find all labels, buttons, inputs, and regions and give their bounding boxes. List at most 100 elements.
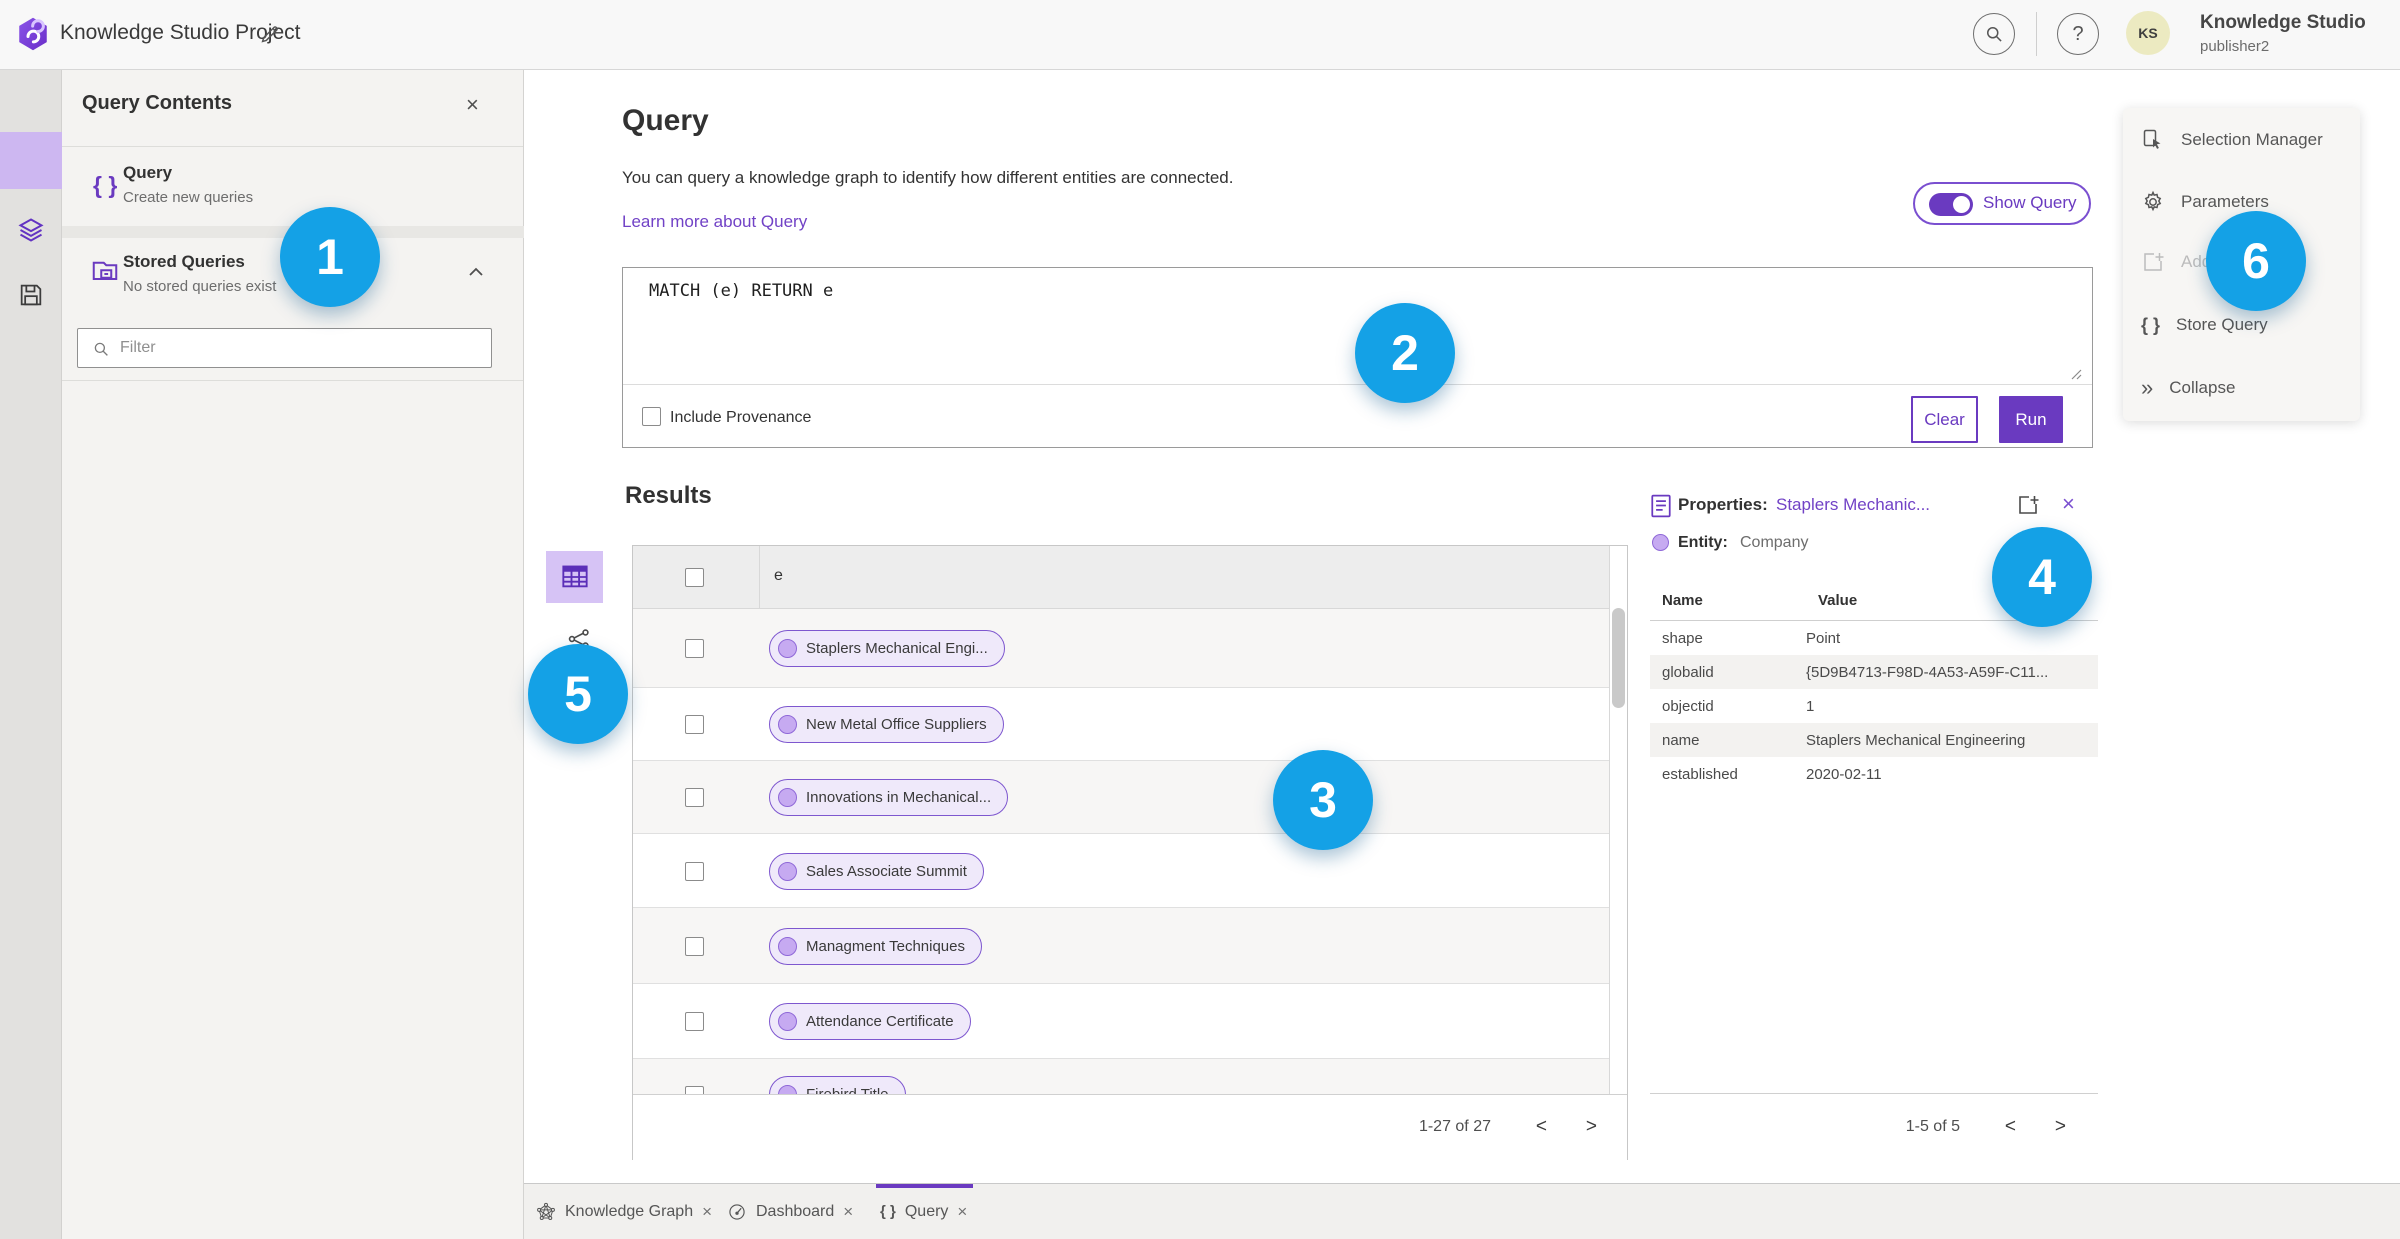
prop-value: Point [1806, 629, 1841, 647]
table-row: Staplers Mechanical Engi... [633, 609, 1609, 688]
row-checkbox[interactable] [685, 1012, 704, 1031]
panel-close-icon[interactable]: × [466, 92, 479, 118]
user-avatar[interactable]: KS [2126, 11, 2170, 55]
tab-label: Query [904, 1202, 949, 1220]
scrollbar-divider [1609, 546, 1610, 1094]
entity-pill[interactable]: New Metal Office Suppliers [769, 706, 1004, 743]
properties-close-icon[interactable]: × [2062, 491, 2075, 517]
entity-label: Firebird Title [806, 1086, 889, 1094]
entity-type: Company [1740, 534, 1809, 551]
select-all-checkbox[interactable] [685, 568, 704, 587]
prop-value: {5D9B4713-F98D-4A53-A59F-C11... [1806, 663, 2049, 681]
entity-pill[interactable]: Managment Techniques [769, 928, 982, 965]
scrollbar-thumb[interactable] [1612, 608, 1625, 708]
toggle-knob [1953, 196, 1970, 213]
table-row-clipped: Firebird Title [633, 1059, 1609, 1094]
help-button[interactable]: ? [2057, 13, 2099, 55]
action-collapse[interactable]: » Collapse [2141, 374, 2235, 402]
properties-range: 1-5 of 5 [1905, 1118, 1960, 1135]
action-label: Parameters [2181, 192, 2269, 211]
table-row: Innovations in Mechanical... [633, 761, 1609, 834]
filter-input[interactable] [118, 329, 483, 367]
entity-dot-icon [778, 715, 797, 734]
save-icon[interactable] [17, 281, 45, 309]
tab-close-icon[interactable]: × [957, 1202, 967, 1222]
properties-icon [1650, 494, 1672, 518]
column-header-e: e [774, 567, 783, 584]
run-button[interactable]: Run [1999, 396, 2063, 443]
action-add: Add [2141, 248, 2211, 276]
entity-label: Staplers Mechanical Engi... [806, 640, 988, 657]
braces-icon: { } [93, 172, 118, 198]
resize-handle-icon[interactable] [2068, 366, 2082, 380]
entity-label: Attendance Certificate [806, 1013, 954, 1030]
tab-label: Dashboard [756, 1202, 835, 1220]
entity-label: Entity: [1678, 534, 1728, 551]
row-checkbox[interactable] [685, 1086, 704, 1094]
property-row: established 2020-02-11 [1650, 757, 2098, 791]
table-row: New Metal Office Suppliers [633, 688, 1609, 761]
tab-close-icon[interactable]: × [843, 1202, 853, 1222]
page-title: Query [622, 104, 709, 137]
contents-layers-icon[interactable] [17, 216, 45, 244]
search-button[interactable] [1973, 13, 2015, 55]
learn-more-link[interactable]: Learn more about Query [622, 212, 807, 232]
action-selection-manager[interactable]: Selection Manager [2141, 126, 2323, 154]
next-page-icon[interactable]: > [2055, 1116, 2066, 1138]
annotation-1: 1 [280, 207, 380, 307]
entity-dot-icon [778, 862, 797, 881]
add-to-selection-icon[interactable] [2016, 493, 2040, 517]
stored-queries-title: Stored Queries [123, 252, 245, 271]
annotation-5: 5 [528, 644, 628, 744]
entity-pill[interactable]: Sales Associate Summit [769, 853, 984, 890]
row-checkbox[interactable] [685, 937, 704, 956]
next-page-icon[interactable]: > [1586, 1116, 1597, 1138]
prev-page-icon[interactable]: < [2005, 1116, 2016, 1138]
prop-name: established [1662, 765, 1738, 783]
table-view-button[interactable] [546, 551, 603, 603]
row-checkbox[interactable] [685, 715, 704, 734]
annotation-4: 4 [1992, 527, 2092, 627]
entity-dot-icon [778, 937, 797, 956]
annotation-3: 3 [1273, 750, 1373, 850]
edit-title-icon[interactable] [258, 24, 280, 46]
tab-knowledge-graph[interactable]: Knowledge Graph × [536, 1184, 712, 1239]
prop-value: 2020-02-11 [1806, 765, 1882, 783]
table-row: Managment Techniques [633, 908, 1609, 984]
row-checkbox[interactable] [685, 788, 704, 807]
collapse-icon: » [2141, 375, 2154, 400]
table-row: Attendance Certificate [633, 984, 1609, 1059]
entity-label: New Metal Office Suppliers [806, 716, 987, 733]
top-header: Knowledge Studio Project ? KS Knowledge … [0, 0, 2400, 70]
entity-pill[interactable]: Attendance Certificate [769, 1003, 971, 1040]
results-table: e Staplers Mechanical Engi... New Metal … [632, 545, 1628, 1160]
action-label: Selection Manager [2181, 130, 2323, 149]
include-provenance-checkbox[interactable] [642, 407, 661, 426]
show-query-toggle[interactable]: Show Query [1913, 182, 2091, 225]
panel-title: Query Contents [82, 92, 233, 114]
app-logo-icon[interactable] [18, 17, 48, 51]
clear-button[interactable]: Clear [1911, 396, 1978, 443]
tab-query[interactable]: { } Query × [880, 1184, 967, 1239]
show-query-label: Show Query [1983, 193, 2077, 212]
query-item-subtitle: Create new queries [123, 189, 254, 206]
prev-page-icon[interactable]: < [1536, 1116, 1547, 1138]
property-row: name Staplers Mechanical Engineering [1650, 723, 2098, 757]
tab-close-icon[interactable]: × [702, 1202, 712, 1222]
chevron-up-icon[interactable] [468, 266, 484, 278]
entity-pill[interactable]: Firebird Title [769, 1076, 906, 1094]
results-heading: Results [625, 482, 712, 509]
tab-dashboard[interactable]: Dashboard × [727, 1184, 853, 1239]
left-icon-rail: » [0, 70, 62, 1239]
properties-entity-link[interactable]: Staplers Mechanic... [1776, 495, 1930, 515]
entity-pill[interactable]: Staplers Mechanical Engi... [769, 630, 1005, 667]
action-store-query[interactable]: { } Store Query [2141, 311, 2268, 339]
row-checkbox[interactable] [685, 639, 704, 658]
entity-pill[interactable]: Innovations in Mechanical... [769, 779, 1009, 816]
prop-name: objectid [1662, 697, 1714, 715]
row-checkbox[interactable] [685, 862, 704, 881]
query-text[interactable]: MATCH (e) RETURN e [649, 281, 833, 301]
entity-label: Managment Techniques [806, 938, 965, 955]
rail-selected-highlight [0, 132, 62, 189]
stored-queries-subtitle: No stored queries exist [123, 278, 277, 295]
